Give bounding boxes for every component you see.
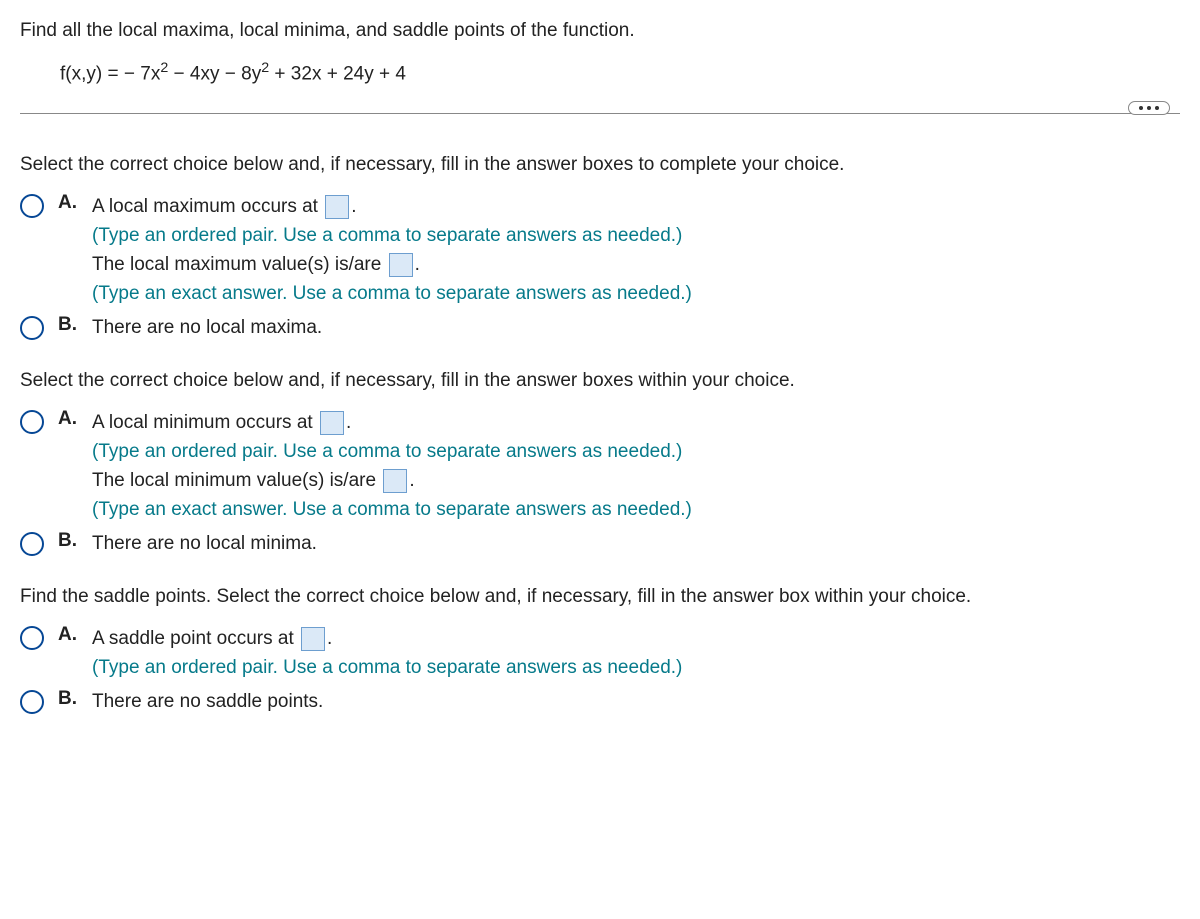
saddle-choice-b[interactable]: B. There are no saddle points.: [20, 688, 1180, 716]
maxima-choice-b[interactable]: B. There are no local maxima.: [20, 314, 1180, 342]
function-expression: f(x,y) = − 7x2 − 4xy − 8y2 + 32x + 24y +…: [60, 60, 1180, 85]
answer-input[interactable]: [320, 411, 344, 435]
choice-text: There are no local maxima.: [92, 314, 1180, 342]
minima-choice-a[interactable]: A. A local minimum occurs at . (Type an …: [20, 408, 1180, 524]
radio-icon[interactable]: [20, 194, 44, 218]
radio-icon[interactable]: [20, 316, 44, 340]
radio-icon[interactable]: [20, 410, 44, 434]
radio-icon[interactable]: [20, 626, 44, 650]
choice-label-b: B.: [58, 314, 82, 336]
hint-text: (Type an ordered pair. Use a comma to se…: [92, 222, 1180, 250]
choice-label-b: B.: [58, 530, 82, 552]
choice-text: There are no local minima.: [92, 530, 1180, 558]
radio-icon[interactable]: [20, 690, 44, 714]
maxima-prompt: Select the correct choice below and, if …: [20, 154, 1180, 176]
answer-input[interactable]: [389, 253, 413, 277]
answer-input[interactable]: [301, 627, 325, 651]
more-options-button[interactable]: [1128, 101, 1170, 115]
choice-label-a: A.: [58, 408, 82, 430]
hint-text: (Type an ordered pair. Use a comma to se…: [92, 438, 1180, 466]
answer-input[interactable]: [383, 469, 407, 493]
choice-text: There are no saddle points.: [92, 688, 1180, 716]
maxima-choice-a[interactable]: A. A local maximum occurs at . (Type an …: [20, 192, 1180, 308]
minima-choice-b[interactable]: B. There are no local minima.: [20, 530, 1180, 558]
answer-input[interactable]: [325, 195, 349, 219]
choice-label-b: B.: [58, 688, 82, 710]
choice-label-a: A.: [58, 192, 82, 214]
hint-text: (Type an exact answer. Use a comma to se…: [92, 496, 1180, 524]
minima-prompt: Select the correct choice below and, if …: [20, 370, 1180, 392]
saddle-prompt: Find the saddle points. Select the corre…: [20, 586, 1180, 608]
saddle-choice-a[interactable]: A. A saddle point occurs at . (Type an o…: [20, 624, 1180, 682]
divider: [20, 113, 1180, 114]
question-intro: Find all the local maxima, local minima,…: [20, 20, 1180, 42]
hint-text: (Type an ordered pair. Use a comma to se…: [92, 654, 1180, 682]
choice-label-a: A.: [58, 624, 82, 646]
radio-icon[interactable]: [20, 532, 44, 556]
hint-text: (Type an exact answer. Use a comma to se…: [92, 280, 1180, 308]
